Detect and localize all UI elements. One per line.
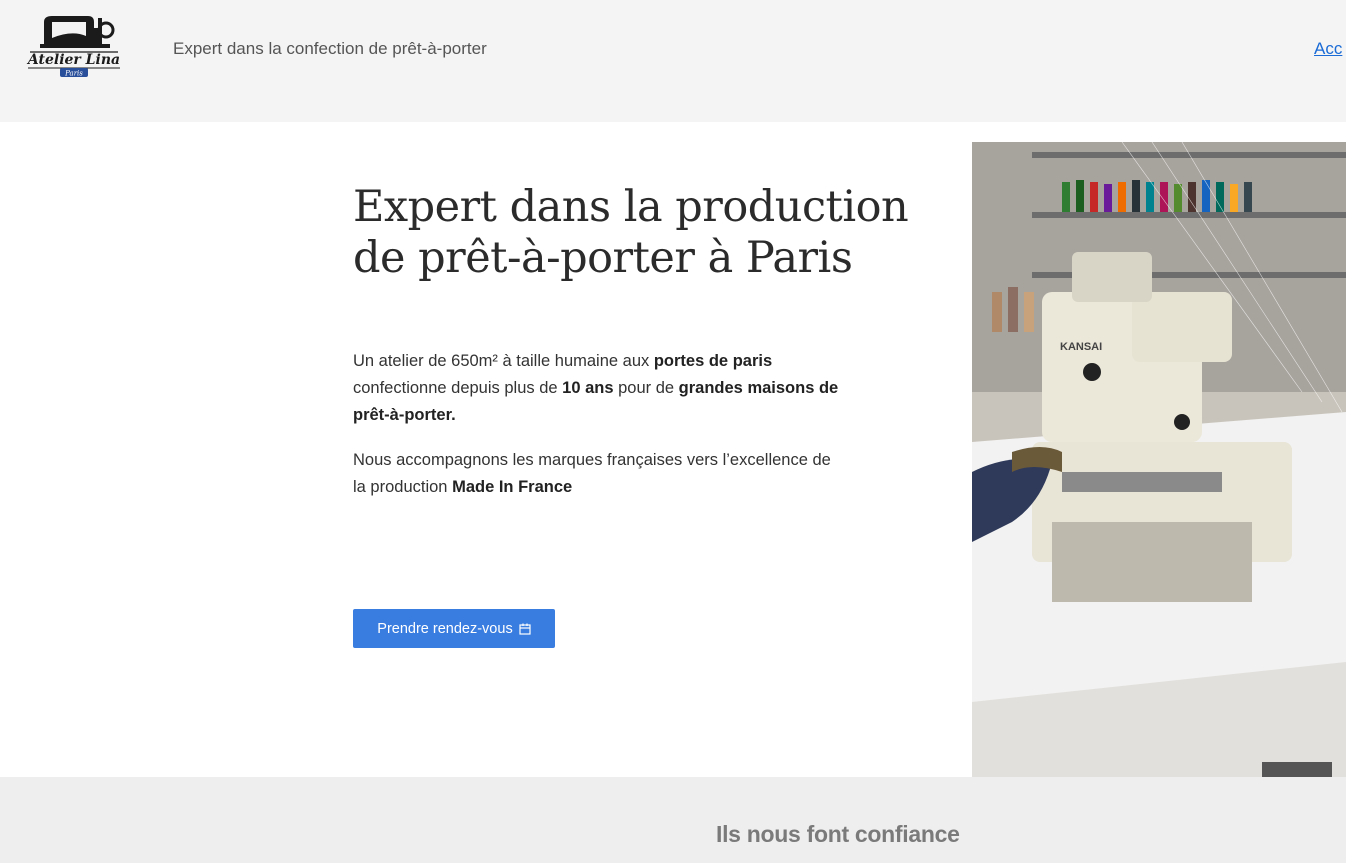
intro-emphasis: Made In France	[452, 478, 573, 496]
trust-section: Ils nous font confiance	[0, 777, 1346, 863]
book-appointment-button[interactable]: Prendre rendez-vous	[353, 609, 555, 648]
logo-subtitle: Paris	[64, 70, 83, 78]
intro-text: Un atelier de 650m² à taille humaine aux	[353, 352, 654, 370]
logo-wordmark: Atelier Lina	[26, 52, 120, 68]
intro-paragraph-2: Nous accompagnons les marques françaises…	[353, 447, 843, 501]
intro-text: confectionne depuis plus de	[353, 379, 563, 397]
site-header: Atelier Lina Paris Expert dans la confec…	[0, 0, 1346, 122]
hero-photo-sewing-machine: KANSAI	[972, 142, 1346, 808]
intro-emphasis: portes de paris	[653, 352, 773, 370]
intro-paragraph-1: Un atelier de 650m² à taille humaine aux…	[353, 348, 843, 429]
trust-title: Ils nous font confiance	[716, 821, 960, 847]
book-appointment-label: Prendre rendez-vous	[377, 620, 513, 637]
hero-intro: Un atelier de 650m² à taille humaine aux…	[353, 348, 843, 519]
site-logo[interactable]: Atelier Lina Paris	[22, 8, 126, 82]
hero-title-line-2: de prêt-à-porter à Paris	[353, 233, 853, 283]
hero-title-line-1: Expert dans la production	[353, 182, 909, 232]
hero-title: Expert dans la production de prêt-à-port…	[353, 182, 933, 284]
header-tagline: Expert dans la confection de prêt-à-port…	[173, 39, 487, 58]
intro-text: pour de	[613, 379, 679, 397]
sewing-machine-icon: Atelier Lina Paris	[26, 16, 120, 78]
photo-machine-brand: KANSAI	[1060, 341, 1102, 353]
intro-text: Nous accompagnons les marques françaises…	[353, 451, 831, 496]
nav-link-accueil[interactable]: Acc	[1314, 39, 1342, 59]
sewing-machine-photo: KANSAI	[972, 142, 1346, 808]
calendar-icon	[519, 623, 531, 635]
intro-emphasis: 10 ans	[562, 379, 614, 397]
